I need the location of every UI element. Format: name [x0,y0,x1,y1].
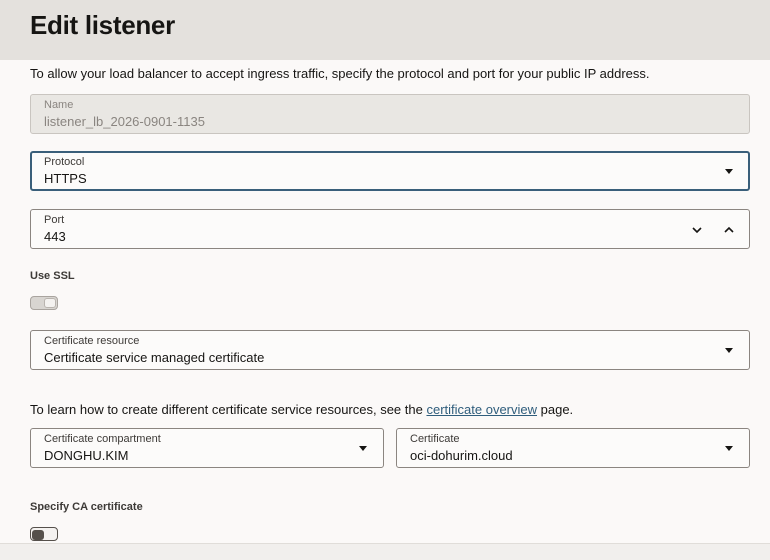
dropdown-caret-icon[interactable] [725,446,733,451]
toggle-knob [44,298,56,308]
name-field: Name listener_lb_2026-0901-1135 [30,94,750,134]
dropdown-caret-icon[interactable] [359,446,367,451]
dialog-footer [0,543,770,560]
protocol-label: Protocol [44,156,85,168]
use-ssl-toggle[interactable] [30,296,58,310]
certificate-resource-select[interactable]: Certificate resource Certificate service… [30,330,750,370]
certificate-overview-link[interactable]: certificate overview [426,402,537,417]
certificate-help-text: To learn how to create different certifi… [30,402,573,417]
certificate-compartment-label: Certificate compartment [44,433,161,445]
use-ssl-label: Use SSL [30,270,75,282]
chevron-up-icon[interactable] [721,222,737,238]
certificate-compartment-value: DONGHU.KIM [44,448,129,463]
certificate-value: oci-dohurim.cloud [410,448,513,463]
certificate-compartment-select[interactable]: Certificate compartment DONGHU.KIM [30,428,384,468]
dropdown-caret-icon[interactable] [725,169,733,174]
protocol-select[interactable]: Protocol HTTPS [30,151,750,191]
help-prefix: To learn how to create different certifi… [30,402,427,417]
dropdown-caret-icon[interactable] [725,348,733,353]
certificate-resource-label: Certificate resource [44,335,140,347]
certificate-label: Certificate [410,433,460,445]
port-label: Port [44,214,65,226]
help-suffix: page. [537,402,574,417]
specify-ca-label: Specify CA certificate [30,501,143,513]
certificate-select[interactable]: Certificate oci-dohurim.cloud [396,428,750,468]
port-stepper[interactable]: Port 443 [30,209,750,249]
protocol-value: HTTPS [44,171,87,186]
port-value[interactable]: 443 [44,229,66,244]
certificate-resource-value: Certificate service managed certificate [44,350,265,365]
name-field-label: Name [44,99,74,111]
dialog-header: Edit listener [0,0,770,60]
intro-text: To allow your load balancer to accept in… [30,66,650,81]
toggle-knob [32,530,44,540]
name-field-value: listener_lb_2026-0901-1135 [44,114,205,129]
chevron-down-icon[interactable] [689,222,705,238]
specify-ca-toggle[interactable] [30,527,58,541]
page-title: Edit listener [30,10,175,40]
